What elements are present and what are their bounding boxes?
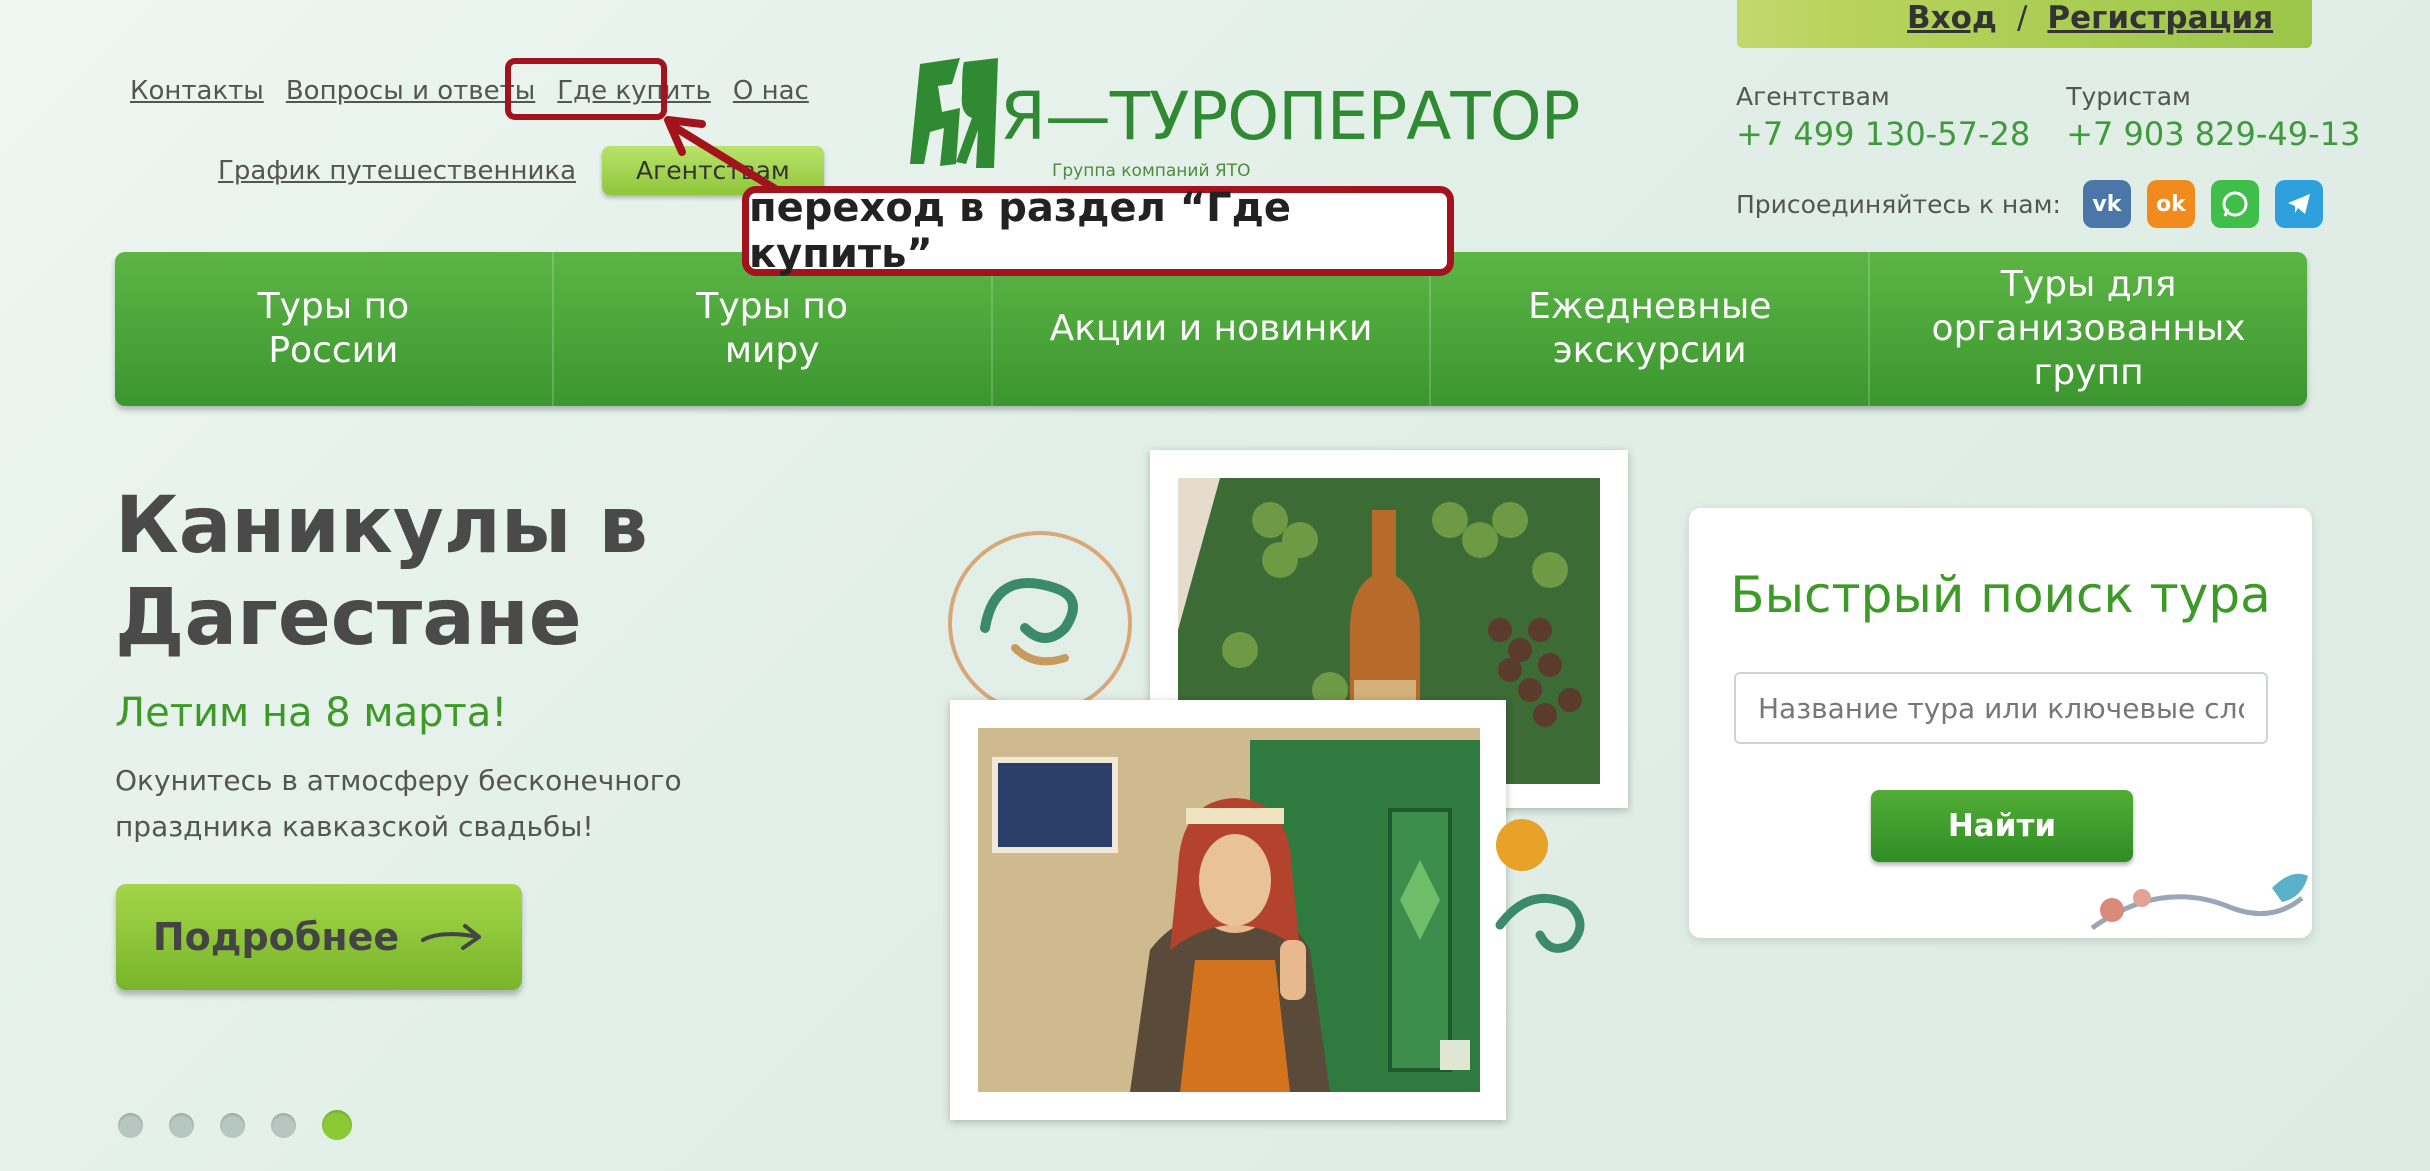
quick-search-card: Быстрый поиск тура Найти [1689,508,2312,938]
social-bar: Присоединяйтесь к нам: vk ok [1736,180,2323,228]
nav-label: Ежедневные экскурсии [1528,286,1772,371]
phones: Агентствам +7 499 130-57-28 Туристам +7 … [1736,82,2360,153]
arrow-right-icon [421,924,482,950]
nav-label: Акции и новинки [1049,308,1373,349]
nav-daily-excursions[interactable]: Ежедневные экскурсии [1431,252,1871,406]
slide-dot-active[interactable] [322,1110,352,1140]
phone-number[interactable]: +7 499 130-57-28 [1736,115,2030,153]
find-button[interactable]: Найти [1871,790,2133,862]
secondary-links: График путешественника Агентствам [218,146,824,195]
logo-subtitle: Группа компаний ЯТО [1052,161,1251,181]
phone-number[interactable]: +7 903 829-49-13 [2066,115,2360,153]
social-label: Присоединяйтесь к нам: [1736,189,2061,219]
login-strip: Вход / Регистрация [1737,0,2312,48]
nav-label: Туры по миру [696,286,848,371]
hero-description: Окунитесь в атмосферу бесконечного празд… [115,764,682,843]
phone-agencies: Агентствам +7 499 130-57-28 [1736,82,2030,153]
slide-dot[interactable] [118,1113,143,1138]
odnoklassniki-icon[interactable]: ok [2146,180,2195,228]
login-separator: / [2016,0,2028,36]
login-link[interactable]: Вход [1907,0,1997,36]
contacts-link[interactable]: Контакты [130,76,264,106]
slide-dot[interactable] [271,1113,296,1138]
telegram-icon[interactable] [2274,180,2323,228]
slide-dot[interactable] [169,1113,194,1138]
vk-icon[interactable]: vk [2082,180,2131,228]
floral-ornament-icon [2090,873,2308,931]
hero-subtitle: Летим на 8 марта! [115,690,508,736]
top-links: Контакты Вопросы и ответы Где купить О н… [130,76,809,106]
phone-label: Туристам [2066,82,2191,111]
traveler-schedule-link[interactable]: График путешественника [218,156,576,186]
more-button[interactable]: Подробнее [116,884,522,990]
nav-group-tours[interactable]: Туры для организованных групп [1870,252,2307,406]
annotation-callout: переход в раздел “Где купить” [742,185,1454,277]
logo-text: Я—ТУРОПЕРАТОР [1000,78,1580,155]
whatsapp-icon[interactable] [2210,180,2259,228]
hero-title: Каникулы в Дагестане [115,481,648,663]
faq-link[interactable]: Вопросы и ответы [286,76,535,106]
dagestan-woman-image [978,728,1480,1092]
about-link[interactable]: О нас [733,76,809,106]
ornament-icon [948,531,1132,715]
more-button-label: Подробнее [152,915,400,959]
slider-dots [118,1110,352,1140]
search-input[interactable] [1734,672,2268,744]
phone-label: Агентствам [1736,82,1890,111]
nav-label: Туры для организованных групп [1931,264,2246,393]
phone-tourists: Туристам +7 903 829-49-13 [2066,82,2360,153]
register-link[interactable]: Регистрация [2047,0,2273,36]
promo-photo-woman [950,700,1506,1120]
where-to-buy-highlight [505,58,667,120]
nav-russia-tours[interactable]: Туры по России [115,252,554,406]
fruit-ornament-icon [1495,819,1585,953]
nav-label: Туры по России [257,286,410,371]
slide-dot[interactable] [220,1113,245,1138]
search-title: Быстрый поиск тура [1730,566,2271,624]
